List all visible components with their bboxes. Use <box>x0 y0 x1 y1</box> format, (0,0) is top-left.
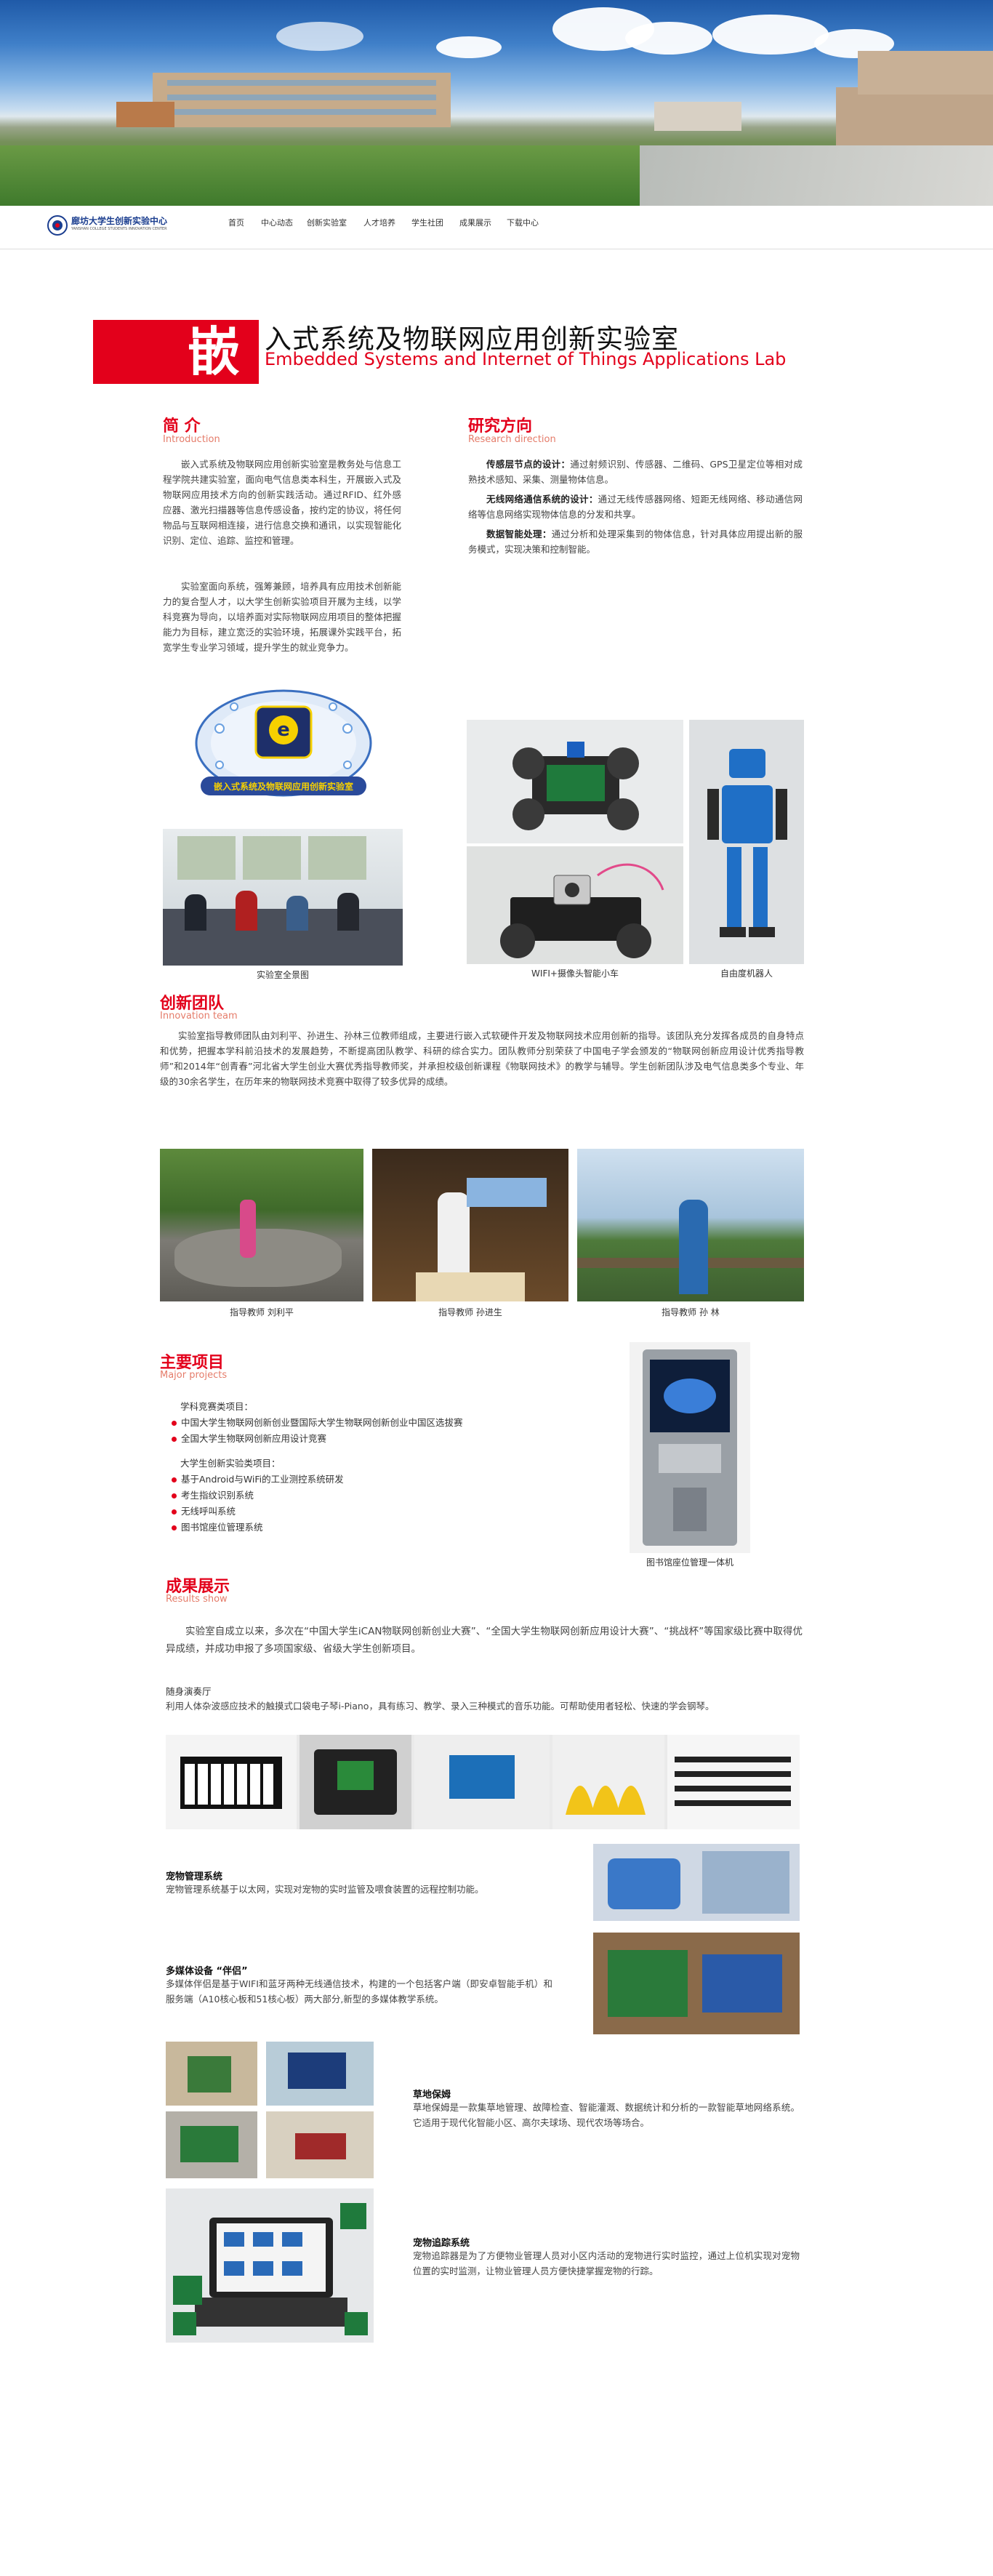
pet-management-photo <box>593 1844 800 1921</box>
nav-center-news[interactable]: 中心动态 <box>261 217 293 228</box>
robot-car-photo <box>467 720 683 843</box>
bullet-icon <box>172 1477 177 1482</box>
lab-badge-image: e 嵌入式系统及物联网应用创新实验室 <box>190 685 377 808</box>
bullet-icon <box>172 1421 177 1426</box>
nav-innovation-lab[interactable]: 创新实验室 <box>307 217 347 228</box>
projects-group-2-title: 大学生创新实验类项目： <box>180 1458 281 1469</box>
bullet-icon <box>172 1525 177 1530</box>
teacher-sun-jinsheng-caption: 指导教师 孙进生 <box>438 1307 502 1317</box>
humanoid-robot-photo <box>689 720 804 964</box>
logo-text-en: YANSHAN COLLEGE STUDENTS INNOVATION CENT… <box>71 227 167 231</box>
logo-text-cn: 廊坊大学生创新实验中心 <box>71 216 168 226</box>
project-item-text: 无线呼叫系统 <box>181 1506 236 1517</box>
project-item-text: 图书馆座位管理系统 <box>181 1522 263 1533</box>
lab-panorama-photo <box>163 829 403 966</box>
research-item-2: 无线网络通信系统的设计：通过无线传感器网络、短距无线网络、移动通信网络等信息网络… <box>468 491 803 522</box>
research-heading: 研究方向 <box>468 417 533 436</box>
projects-subheading: Major projects <box>160 1370 228 1381</box>
intro-paragraph-1: 嵌入式系统及物联网应用创新实验室是教务处与信息工程学院共建实验室，面向电气信息类… <box>163 459 401 546</box>
research-item-1: 传感层节点的设计：通过射频识别、传感器、二维码、GPS卫星定位等相对成熟技术感知… <box>468 457 803 487</box>
nav-student-clubs[interactable]: 学生社团 <box>411 217 443 228</box>
humanoid-robot-caption: 自由度机器人 <box>720 968 773 979</box>
lawn-photo-3 <box>166 2111 257 2178</box>
result-desc-pet-tracking: 宠物追踪器是为了方便物业管理人员对小区内活动的宠物进行实时监控，通过上位机实现对… <box>413 2250 800 2276</box>
bullet-icon <box>172 1437 177 1442</box>
results-paragraph: 实验室自成立以来，多次在“中国大学生iCAN物联网创新创业大赛”、“全国大学生物… <box>166 1626 803 1655</box>
project-item-text: 中国大学生物联网创新创业暨国际大学生物联网创新创业中国区选拔赛 <box>181 1417 463 1428</box>
project-item: 中国大学生物联网创新创业暨国际大学生物联网创新创业中国区选拔赛 <box>172 1415 463 1429</box>
lab-badge-text: 嵌入式系统及物联网应用创新实验室 <box>213 782 353 792</box>
campus-banner-photo <box>0 0 993 206</box>
result-title-lawn-nanny: 草地保姆 <box>413 2090 451 2100</box>
results-subheading: Results show <box>166 1594 228 1605</box>
lawn-photo-4 <box>266 2111 374 2178</box>
project-item-text: 全国大学生物联网创新应用设计竞赛 <box>181 1433 327 1444</box>
teacher-sun-lin-caption: 指导教师 孙 林 <box>662 1307 720 1317</box>
result-desc-multimedia: 多媒体伴侣是基于WIFI和蓝牙两种无线通信技术，构建的一个包括客户端（即安卓智能… <box>166 1978 552 2005</box>
lawn-photo-1 <box>166 2042 257 2106</box>
project-item: 无线呼叫系统 <box>172 1504 236 1517</box>
wifi-camera-car-photo <box>467 846 683 964</box>
title-first-character: 嵌 <box>188 321 241 382</box>
result-desc-ipiano: 利用人体杂波感应技术的触摸式口袋电子琴i-Piano，具有练习、教学、录入三种模… <box>166 1701 715 1712</box>
project-item-text: 基于Android与WiFi的工业测控系统研发 <box>181 1474 344 1485</box>
ipiano-photo-strip <box>166 1735 800 1829</box>
team-subheading: Innovation team <box>160 1011 238 1022</box>
result-title-ipiano: 随身演奏厅 <box>166 1686 212 1697</box>
project-item-text: 考生指纹识别系统 <box>181 1490 254 1501</box>
intro-heading: 简 介 <box>163 417 201 436</box>
bullet-icon <box>172 1493 177 1498</box>
nav-talent-training[interactable]: 人才培养 <box>363 217 395 228</box>
intro-subheading: Introduction <box>163 434 220 445</box>
center-logo[interactable]: 廊坊大学生创新实验中心 YANSHAN COLLEGE STUDENTS INN… <box>47 213 192 241</box>
teacher-liu-photo <box>160 1149 363 1301</box>
pet-tracking-photo <box>166 2188 374 2343</box>
project-item: 基于Android与WiFi的工业测控系统研发 <box>172 1472 344 1485</box>
research-item-1-head: 传感层节点的设计： <box>486 459 571 470</box>
svg-text:e: e <box>277 719 290 741</box>
intro-paragraph-2: 实验室面向系统，强筹兼顾，培养具有应用技术创新能力的复合型人才，以大学生创新实验… <box>163 581 401 653</box>
nav-achievements[interactable]: 成果展示 <box>459 217 491 228</box>
logo-emblem-icon <box>47 215 68 236</box>
teacher-liu-caption: 指导教师 刘利平 <box>230 1307 294 1317</box>
page-title-en: Embedded Systems and Internet of Things … <box>265 349 787 369</box>
teacher-sun-lin-photo <box>577 1149 804 1301</box>
result-title-pet-management: 宠物管理系统 <box>166 1871 223 1882</box>
bullet-icon <box>172 1509 177 1514</box>
teacher-sun-jinsheng-photo <box>372 1149 568 1301</box>
lawn-photo-2 <box>266 2042 374 2106</box>
project-item: 全国大学生物联网创新应用设计竞赛 <box>172 1431 326 1445</box>
seat-kiosk-caption: 图书馆座位管理一体机 <box>646 1557 733 1568</box>
projects-group-1-title: 学科竞赛类项目： <box>180 1401 254 1412</box>
nav-downloads[interactable]: 下载中心 <box>507 217 539 228</box>
nav-home[interactable]: 首页 <box>228 217 244 228</box>
result-desc-lawn-nanny: 草地保姆是一款集草地管理、故障检查、智能灌溉、数据统计和分析的一款智能草地网络系… <box>413 2102 800 2128</box>
research-item-3: 数据智能处理：通过分析和处理采集到的物体信息，针对具体应用提出新的服务模式，实现… <box>468 526 803 557</box>
result-title-pet-tracking: 宠物追踪系统 <box>413 2238 470 2249</box>
project-item: 图书馆座位管理系统 <box>172 1520 263 1533</box>
research-item-3-head: 数据智能处理： <box>486 529 552 539</box>
research-item-2-head: 无线网络通信系统的设计： <box>486 494 598 505</box>
seat-kiosk-photo <box>630 1342 750 1553</box>
result-title-multimedia: 多媒体设备 “伴侣” <box>166 1966 248 1977</box>
team-paragraph: 实验室指导教师团队由刘利平、孙进生、孙林三位教师组成，主要进行嵌入式软硬件开发及… <box>160 1030 804 1087</box>
lab-panorama-caption: 实验室全景图 <box>256 970 309 980</box>
result-desc-pet-management: 宠物管理系统基于以太网，实现对宠物的实时监管及喂食装置的远程控制功能。 <box>166 1884 484 1895</box>
wifi-camera-car-caption: WIFI+摄像头智能小车 <box>531 968 619 979</box>
project-item: 考生指纹识别系统 <box>172 1488 254 1501</box>
research-subheading: Research direction <box>468 434 556 445</box>
multimedia-board-photo <box>593 1933 800 2034</box>
